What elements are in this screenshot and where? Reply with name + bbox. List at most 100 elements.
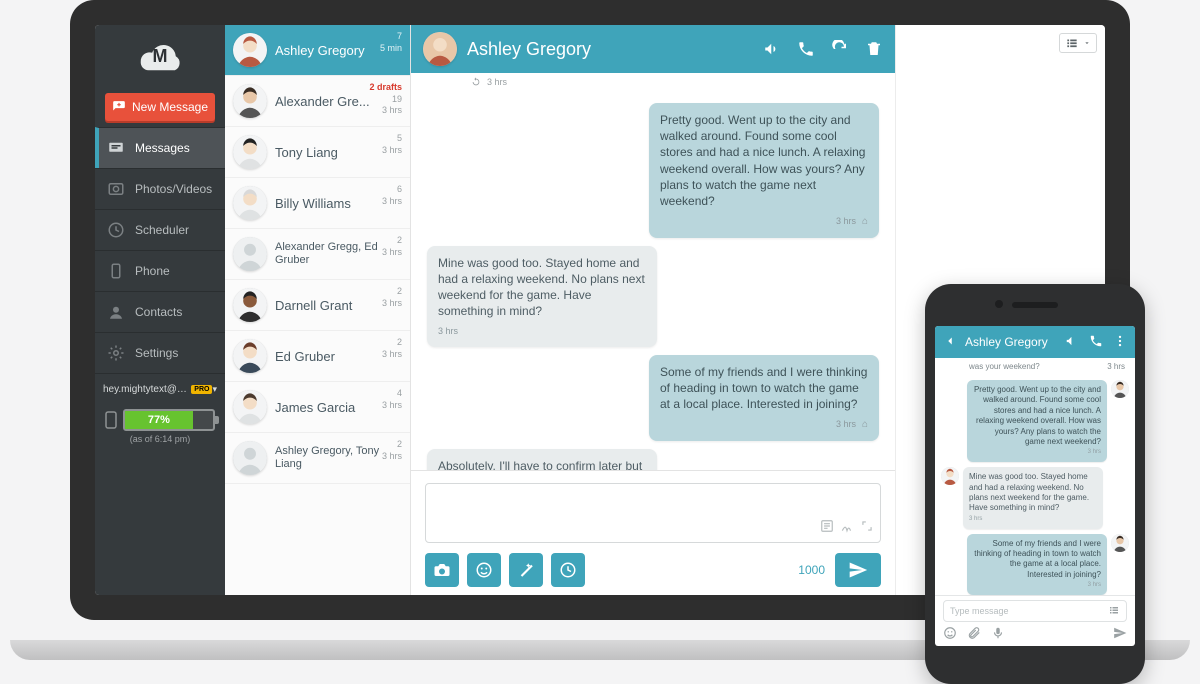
sidebar-item-messages[interactable]: Messages [95, 127, 225, 168]
conversation-meta: 23 hrs [382, 235, 402, 258]
phone-send-icon[interactable] [1113, 626, 1127, 642]
new-message-label: New Message [132, 100, 208, 114]
conversation-item[interactable]: James Garcia43 hrs [225, 382, 410, 433]
sidebar-item-phone[interactable]: Phone [95, 250, 225, 291]
phone-icon [107, 262, 125, 280]
avatar [233, 339, 267, 373]
conversation-item[interactable]: Alexander Gre...2 drafts193 hrs [225, 76, 410, 127]
sidebar-item-photos[interactable]: Photos/Videos [95, 168, 225, 209]
logo-letter: M [132, 46, 188, 67]
chat-panel: Ashley Gregory 3 hrs Pretty good. Went u… [411, 25, 895, 595]
phone-message-bubble: Some of my friends and I were thinking o… [967, 534, 1107, 595]
phone-prev-msg: was your weekend? 3 hrs [935, 358, 1135, 375]
phone-message-row: Mine was good too. Stayed home and had a… [941, 467, 1129, 528]
chat-header: Ashley Gregory [411, 25, 895, 73]
sidebar-item-label: Contacts [135, 305, 182, 319]
account-selector[interactable]: hey.mightytext@gmail... PRO ▾ [95, 378, 225, 401]
conversation-item[interactable]: Ashley Gregory, Tony Liang23 hrs [225, 433, 410, 484]
battery-icon: 77% [123, 409, 215, 431]
compose-area: 1000 [411, 470, 895, 595]
chat-body: Pretty good. Went up to the city and wal… [411, 95, 895, 470]
conversation-item[interactable]: Billy Williams63 hrs [225, 178, 410, 229]
phone-message-bubble: Pretty good. Went up to the city and wal… [967, 380, 1107, 462]
magic-button[interactable] [509, 553, 543, 587]
message-row: Mine was good too. Stayed home and had a… [427, 246, 879, 347]
call-icon[interactable] [1089, 334, 1103, 350]
chevron-down-icon [1083, 39, 1091, 47]
announce-icon[interactable] [1065, 334, 1079, 350]
message-row: Pretty good. Went up to the city and wal… [427, 103, 879, 238]
sidebar-item-scheduler[interactable]: Scheduler [95, 209, 225, 250]
schedule-button[interactable] [551, 553, 585, 587]
conversation-item[interactable]: Alexander Gregg, Ed Gruber23 hrs [225, 229, 410, 280]
message-row: Absolutely. I'll have to confirm later b… [427, 449, 879, 470]
more-icon[interactable] [1113, 334, 1127, 350]
template-icon[interactable] [820, 519, 834, 538]
emoji-button[interactable] [467, 553, 501, 587]
sidebar-item-label: Settings [135, 346, 178, 360]
phone-message-row: Some of my friends and I were thinking o… [941, 534, 1129, 595]
messages-icon [107, 139, 125, 157]
conversation-list: Ashley Gregory75 minAlexander Gre...2 dr… [225, 25, 411, 595]
signature-icon[interactable] [840, 519, 854, 538]
phone-message-row: Pretty good. Went up to the city and wal… [941, 380, 1129, 462]
view-mode-toggle[interactable] [1059, 33, 1097, 53]
conversation-item[interactable]: Tony Liang53 hrs [225, 127, 410, 178]
expand-icon[interactable] [860, 519, 874, 538]
scheduler-icon [107, 221, 125, 239]
message-time: 3 hrs ⌂ [660, 215, 868, 227]
refresh-icon[interactable] [831, 40, 849, 58]
sidebar-item-label: Messages [135, 141, 190, 155]
phone-screen: Ashley Gregory was your weekend? 3 hrs P… [935, 326, 1135, 646]
sidebar-item-label: Scheduler [135, 223, 189, 237]
avatar [233, 390, 267, 424]
announce-icon[interactable] [763, 40, 781, 58]
conversation-meta: 75 min [380, 31, 402, 54]
mic-icon[interactable] [991, 626, 1005, 642]
conversation-item[interactable]: Ashley Gregory75 min [225, 25, 410, 76]
avatar [233, 237, 267, 271]
app-logo: M [95, 25, 225, 87]
avatar [233, 186, 267, 220]
camera-button[interactable] [425, 553, 459, 587]
back-icon[interactable] [943, 334, 957, 350]
emoji-icon[interactable] [943, 626, 957, 642]
conversation-meta: 23 hrs [382, 337, 402, 360]
phone-header: Ashley Gregory [935, 326, 1135, 358]
list-icon [1065, 36, 1079, 50]
sync-small-icon [471, 77, 481, 87]
settings-icon [107, 344, 125, 362]
avatar [233, 441, 267, 475]
phone-device-icon [105, 411, 117, 429]
sidebar: M New Message Messages Photos/Videos Sched… [95, 25, 225, 595]
send-button[interactable] [835, 553, 881, 587]
sidebar-item-label: Phone [135, 264, 170, 278]
phone-placeholder: Type message [950, 606, 1009, 616]
char-count: 1000 [798, 563, 825, 577]
compose-input[interactable] [425, 483, 881, 543]
sidebar-item-label: Photos/Videos [135, 182, 212, 196]
message-time: 3 hrs ⌂ [660, 418, 868, 430]
sidebar-item-contacts[interactable]: Contacts [95, 291, 225, 332]
avatar [233, 135, 267, 169]
message-bubble: Pretty good. Went up to the city and wal… [649, 103, 879, 238]
new-message-button[interactable]: New Message [105, 93, 215, 121]
phone-camera [995, 300, 1003, 308]
phone-input[interactable]: Type message [943, 600, 1127, 622]
avatar [233, 288, 267, 322]
phone-compose: Type message [935, 595, 1135, 646]
avatar [233, 84, 267, 118]
conversation-item[interactable]: Darnell Grant23 hrs [225, 280, 410, 331]
conversation-meta: 43 hrs [382, 388, 402, 411]
list-icon[interactable] [1108, 604, 1120, 618]
attach-icon[interactable] [967, 626, 981, 642]
message-row: Some of my friends and I were thinking o… [427, 355, 879, 441]
chat-title: Ashley Gregory [467, 39, 753, 60]
cloud-icon: M [132, 39, 188, 77]
phone-chat-title: Ashley Gregory [965, 335, 1057, 349]
sidebar-item-settings[interactable]: Settings [95, 332, 225, 374]
conversation-item[interactable]: Ed Gruber23 hrs [225, 331, 410, 382]
trash-icon[interactable] [865, 40, 883, 58]
call-icon[interactable] [797, 40, 815, 58]
photos-icon [107, 180, 125, 198]
